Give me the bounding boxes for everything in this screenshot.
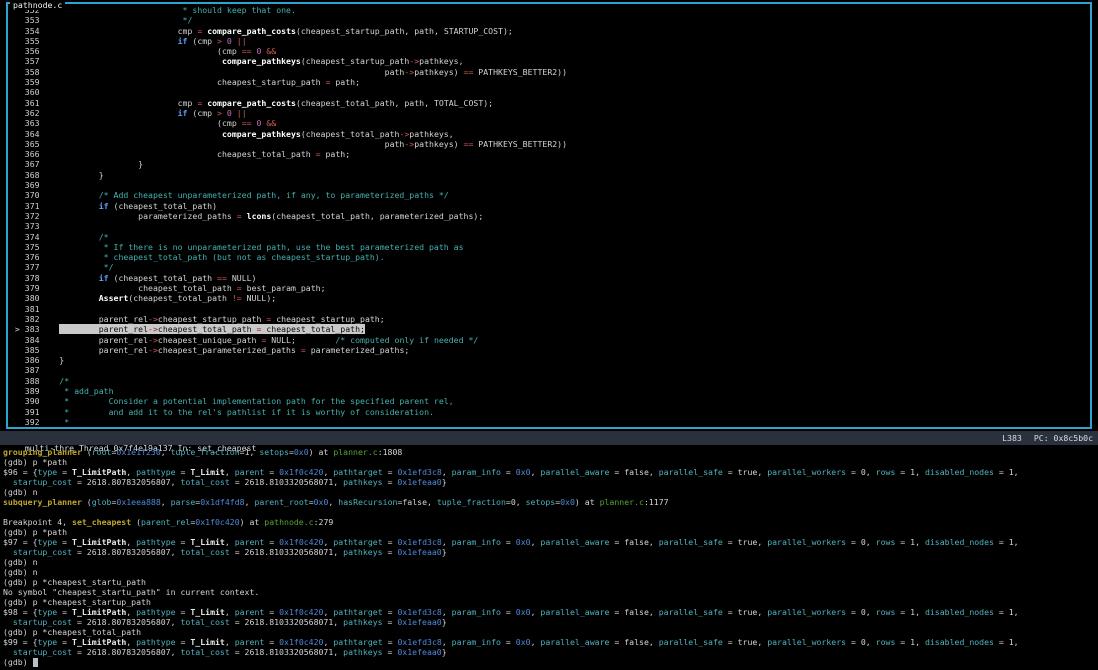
source-line: 376 * cheapest_total_path (but not as ch… bbox=[10, 252, 1090, 262]
source-line: 384 parent_rel->cheapest_unique_path = N… bbox=[10, 335, 1090, 345]
source-line: 359 cheapest_startup_path = path; bbox=[10, 77, 1090, 87]
console-line: $99 = {type = T_LimitPath, pathtype = T_… bbox=[3, 637, 1098, 647]
source-line: 388 /* bbox=[10, 376, 1090, 386]
source-window: pathnode.c 352 * should keep that one. 3… bbox=[6, 2, 1092, 429]
source-line: 387 bbox=[10, 365, 1090, 375]
console-line: (gdb) n bbox=[3, 557, 1098, 567]
console-line: grouping_planner (root=0x1e1f230, tuple_… bbox=[3, 447, 1098, 457]
source-line: 386 } bbox=[10, 355, 1090, 365]
source-line: 352 * should keep that one. bbox=[10, 5, 1090, 15]
console-line: (gdb) p *cheapest_startup_path bbox=[3, 597, 1098, 607]
cursor bbox=[33, 658, 38, 667]
source-line: 365 path->pathkeys) == PATHKEYS_BETTER2)… bbox=[10, 139, 1090, 149]
console-line: No symbol "cheapest_startu_path" in curr… bbox=[3, 587, 1098, 597]
status-right: L383 PC: 0x8c5b0c bbox=[1002, 433, 1093, 443]
source-code: 352 * should keep that one. 353 */ 354 c… bbox=[8, 4, 1090, 427]
console-line: (gdb) bbox=[3, 657, 1098, 667]
console-line: (gdb) p *path bbox=[3, 457, 1098, 467]
source-line: 367 } bbox=[10, 159, 1090, 169]
console-line: $96 = {type = T_LimitPath, pathtype = T_… bbox=[3, 467, 1098, 477]
console-line: (gdb) p *path bbox=[3, 527, 1098, 537]
source-line: 357 compare_pathkeys(cheapest_startup_pa… bbox=[10, 56, 1090, 66]
source-line: 382 parent_rel->cheapest_startup_path = … bbox=[10, 314, 1090, 324]
source-line: 392 * bbox=[10, 417, 1090, 427]
console-line: startup_cost = 2618.807832056807, total_… bbox=[3, 547, 1098, 557]
source-line: 353 */ bbox=[10, 15, 1090, 25]
pc-indicator: PC: 0x8c5b0c bbox=[1034, 433, 1093, 443]
console-line: startup_cost = 2618.807832056807, total_… bbox=[3, 647, 1098, 657]
source-line: 373 bbox=[10, 221, 1090, 231]
source-line: 380 Assert(cheapest_total_path != NULL); bbox=[10, 293, 1090, 303]
console-line: (gdb) n bbox=[3, 487, 1098, 497]
console-line: (gdb) p *cheapest_total_path bbox=[3, 627, 1098, 637]
source-line: 377 */ bbox=[10, 262, 1090, 272]
source-line: 391 * and add it to the rel's pathlist i… bbox=[10, 407, 1090, 417]
console-line: (gdb) p *cheapest_startu_path bbox=[3, 577, 1098, 587]
source-line: 355 if (cmp > 0 || bbox=[10, 36, 1090, 46]
source-line: 361 cmp = compare_path_costs(cheapest_to… bbox=[10, 98, 1090, 108]
console-line bbox=[3, 507, 1098, 517]
source-line: 358 path->pathkeys) == PATHKEYS_BETTER2)… bbox=[10, 67, 1090, 77]
source-line: 378 if (cheapest_total_path == NULL) bbox=[10, 273, 1090, 283]
source-line: 379 cheapest_total_path = best_param_pat… bbox=[10, 283, 1090, 293]
source-line: 375 * If there is no unparameterized pat… bbox=[10, 242, 1090, 252]
console-line: $98 = {type = T_LimitPath, pathtype = T_… bbox=[3, 607, 1098, 617]
console-line: startup_cost = 2618.807832056807, total_… bbox=[3, 617, 1098, 627]
console-line: Breakpoint 4, set_cheapest (parent_rel=0… bbox=[3, 517, 1098, 527]
source-line: 363 (cmp == 0 && bbox=[10, 118, 1090, 128]
console-output[interactable]: grouping_planner (root=0x1e1f230, tuple_… bbox=[3, 447, 1098, 670]
source-line: 390 * Consider a potential implementatio… bbox=[10, 396, 1090, 406]
console-line: $97 = {type = T_LimitPath, pathtype = T_… bbox=[3, 537, 1098, 547]
source-line: 381 bbox=[10, 304, 1090, 314]
line-indicator: L383 bbox=[1002, 433, 1022, 443]
source-line: 372 parameterized_paths = lcons(cheapest… bbox=[10, 211, 1090, 221]
source-line: 371 if (cheapest_total_path) bbox=[10, 201, 1090, 211]
source-line: 360 bbox=[10, 87, 1090, 97]
source-line: 364 compare_pathkeys(cheapest_total_path… bbox=[10, 129, 1090, 139]
console-line: (gdb) n bbox=[3, 567, 1098, 577]
source-line: 374 /* bbox=[10, 232, 1090, 242]
source-line: 370 /* Add cheapest unparameterized path… bbox=[10, 190, 1090, 200]
terminal[interactable]: pathnode.c 352 * should keep that one. 3… bbox=[0, 0, 1098, 670]
source-line: 369 bbox=[10, 180, 1090, 190]
source-line: 356 (cmp == 0 && bbox=[10, 46, 1090, 56]
source-line: 385 parent_rel->cheapest_parameterized_p… bbox=[10, 345, 1090, 355]
console-line: startup_cost = 2618.807832056807, total_… bbox=[3, 477, 1098, 487]
source-line: > 383 parent_rel->cheapest_total_path = … bbox=[10, 324, 1090, 334]
source-line: 362 if (cmp > 0 || bbox=[10, 108, 1090, 118]
console-line: subquery_planner (glob=0x1eea888, parse=… bbox=[3, 497, 1098, 507]
source-line: 354 cmp = compare_path_costs(cheapest_st… bbox=[10, 26, 1090, 36]
source-line: 366 cheapest_total_path = path; bbox=[10, 149, 1090, 159]
source-line: 368 } bbox=[10, 170, 1090, 180]
source-line: 389 * add_path bbox=[10, 386, 1090, 396]
source-window-title: pathnode.c bbox=[10, 0, 65, 10]
status-bar: multi-thre Thread 0x7f4e19a137 In: set_c… bbox=[0, 431, 1098, 445]
